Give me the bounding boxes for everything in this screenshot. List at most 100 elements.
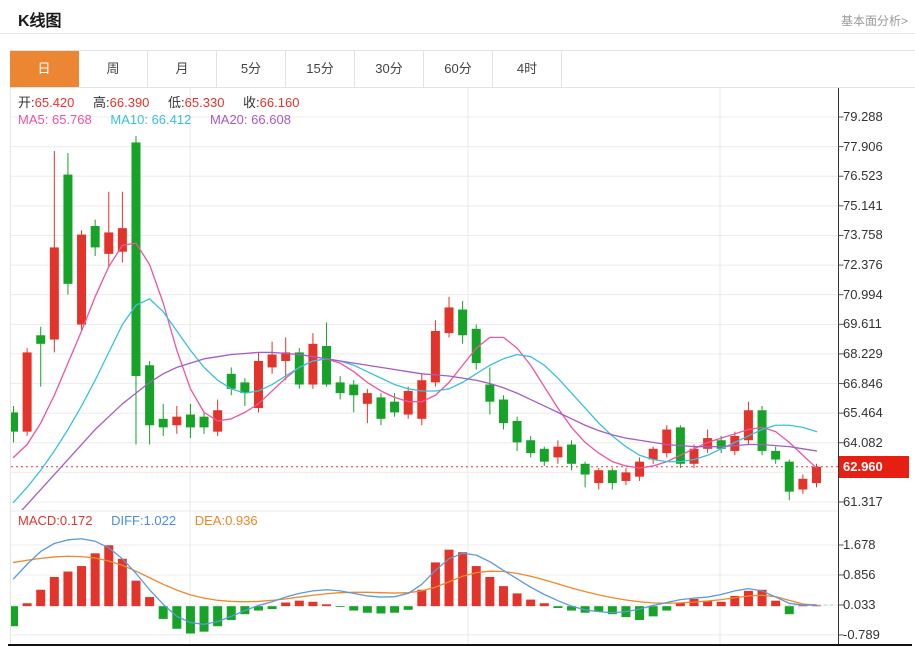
price-tick-label: 79.288 — [843, 109, 911, 124]
page-title: K线图 — [18, 7, 62, 31]
tab-60min[interactable]: 60分 — [424, 51, 493, 87]
macd-tick-label: 0.033 — [843, 597, 911, 612]
macd-bar-positive — [417, 590, 426, 606]
candle-body-down — [131, 142, 140, 376]
candle-body-up — [118, 228, 127, 252]
price-tick-label: 70.994 — [843, 287, 911, 302]
price-tick-label: 68.229 — [843, 346, 911, 361]
ma20-line — [14, 352, 817, 519]
chart-area[interactable]: 开:65.420 高:66.390 低:65.330 收:66.160 MA5:… — [0, 88, 915, 647]
candle-body-down — [458, 310, 467, 336]
macd-bar-positive — [23, 603, 32, 606]
candle-body-up — [553, 447, 562, 458]
candle-body-down — [513, 421, 522, 442]
macd-bar-positive — [91, 553, 100, 606]
macd-bar-positive — [322, 604, 331, 606]
candle-body-down — [322, 346, 331, 385]
diff-label: DIFF: — [111, 513, 144, 528]
macd-bar-negative — [213, 606, 222, 626]
price-tick-label: 72.376 — [843, 257, 911, 272]
close-label: 收: — [243, 95, 260, 110]
candle-body-down — [567, 445, 576, 464]
header-divider — [0, 33, 915, 34]
macd-bar-negative — [553, 606, 562, 608]
candle-body-down — [36, 335, 45, 344]
candle-body-up — [77, 235, 86, 325]
macd-bar-negative — [404, 606, 413, 610]
tab-week[interactable]: 周 — [79, 51, 148, 87]
tab-month[interactable]: 月 — [148, 51, 217, 87]
current-price-badge: 62.960 — [839, 456, 909, 478]
candle-body-up — [50, 247, 59, 339]
open-label: 开: — [18, 95, 35, 110]
price-tick-label: 76.523 — [843, 168, 911, 183]
macd-legend: MACD:0.172 DIFF:1.022 DEA:0.936 — [18, 513, 258, 528]
diff-value: 1.022 — [144, 513, 177, 528]
candle-body-down — [200, 417, 209, 428]
candle-body-up — [635, 462, 644, 477]
tab-day[interactable]: 日 — [10, 51, 79, 87]
candle-body-up — [798, 479, 807, 490]
candle-body-down — [91, 226, 100, 247]
ma20-label: MA20: — [210, 112, 248, 127]
fundamental-analysis-link[interactable]: 基本面分析> — [841, 12, 908, 29]
macd-bar-positive — [145, 597, 154, 606]
macd-bar-negative — [649, 606, 658, 616]
candle-body-up — [23, 352, 32, 431]
tab-30min[interactable]: 30分 — [355, 51, 424, 87]
macd-bar-negative — [186, 606, 195, 633]
candle-body-up — [621, 472, 630, 481]
tab-5min[interactable]: 5分 — [217, 51, 286, 87]
macd-bar-positive — [485, 577, 494, 606]
candle-body-up — [268, 355, 277, 368]
price-tick-label: 73.758 — [843, 227, 911, 242]
candle-body-down — [581, 464, 590, 475]
macd-bar-positive — [513, 593, 522, 606]
macd-bar-positive — [295, 601, 304, 606]
macd-bar-positive — [77, 566, 86, 606]
ma10-label: MA10: — [110, 112, 148, 127]
candle-body-up — [104, 232, 113, 253]
candle-body-down — [336, 382, 345, 393]
candle-body-down — [159, 419, 168, 428]
candle-body-up — [690, 449, 699, 464]
high-value: 66.390 — [110, 95, 150, 110]
candle-body-down — [63, 175, 72, 284]
macd-bar-negative — [662, 606, 671, 610]
price-tick-label: 61.317 — [843, 494, 911, 509]
candle-body-up — [308, 344, 317, 385]
macd-bar-positive — [104, 545, 113, 606]
macd-bar-positive — [50, 577, 59, 606]
macd-bar-negative — [349, 606, 358, 610]
ma5-value: 65.768 — [52, 112, 92, 127]
macd-bar-negative — [268, 606, 277, 609]
tab-4hour[interactable]: 4时 — [493, 51, 562, 87]
low-value: 65.330 — [185, 95, 225, 110]
macd-bar-positive — [771, 601, 780, 606]
ma5-label: MA5: — [18, 112, 48, 127]
macd-bar-positive — [458, 552, 467, 606]
macd-bar-negative — [363, 606, 372, 613]
macd-bar-positive — [281, 603, 290, 607]
macd-bar-positive — [308, 602, 317, 606]
candle-body-up — [812, 467, 821, 483]
macd-bar-positive — [36, 590, 45, 606]
macd-bar-positive — [526, 600, 535, 607]
macd-bar-negative — [785, 606, 794, 614]
candle-body-up — [445, 307, 454, 333]
tab-15min[interactable]: 15分 — [286, 51, 355, 87]
price-tick-label: 64.082 — [843, 435, 911, 450]
candle-body-up — [662, 430, 671, 454]
candle-body-down — [145, 365, 154, 425]
candle-body-down — [390, 402, 399, 413]
price-tick-label: 65.464 — [843, 405, 911, 420]
macd-bar-positive — [540, 603, 549, 606]
candle-body-up — [172, 417, 181, 426]
macd-bar-positive — [131, 581, 140, 607]
candle-body-down — [499, 400, 508, 424]
kline-macd-canvas[interactable] — [0, 88, 915, 647]
price-tick-label: 66.846 — [843, 376, 911, 391]
macd-bar-positive — [63, 572, 72, 607]
high-label: 高: — [93, 95, 110, 110]
candle-body-down — [771, 451, 780, 460]
